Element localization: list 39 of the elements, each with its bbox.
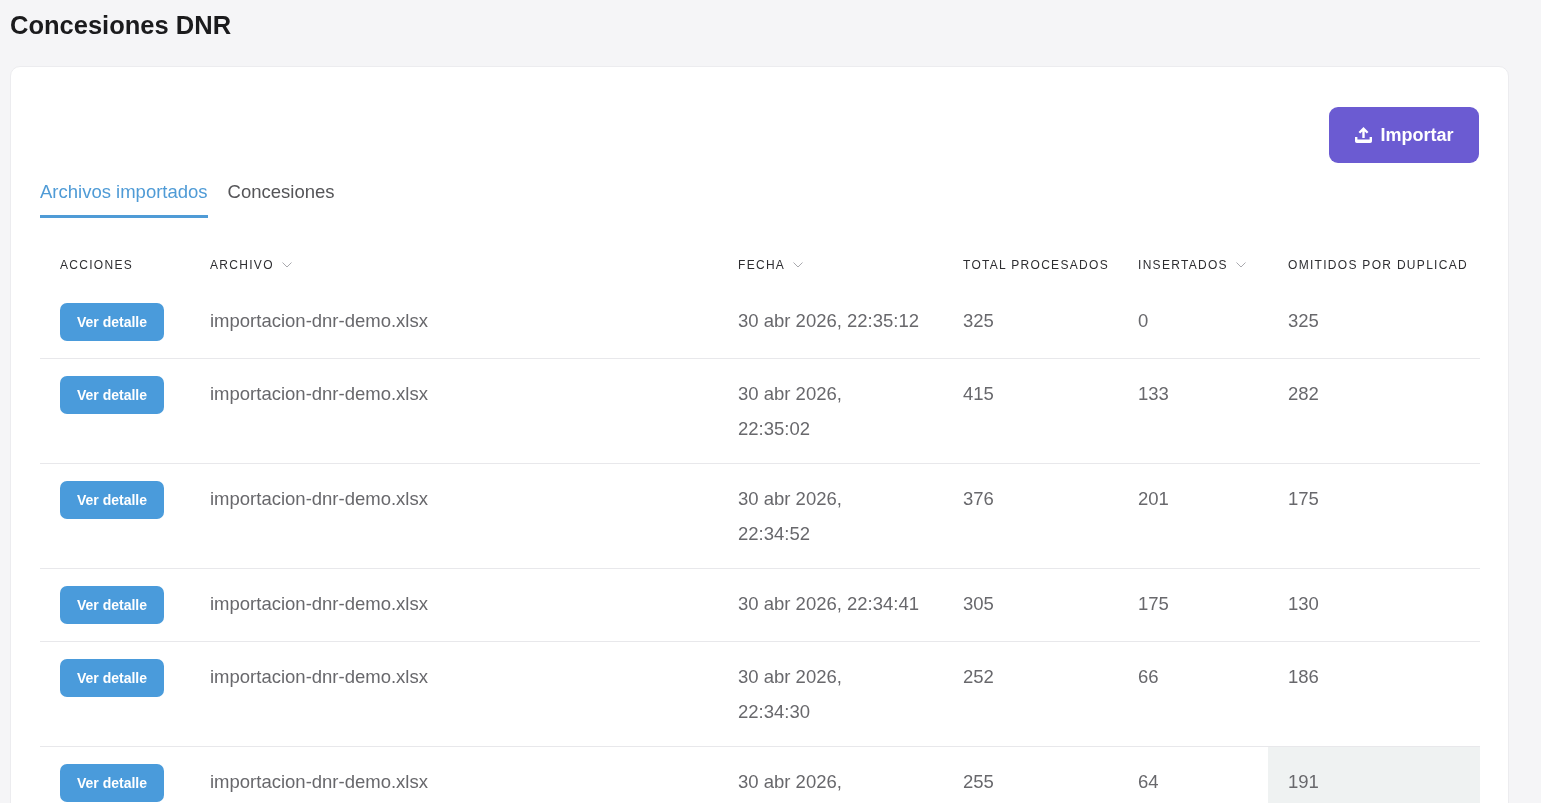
view-detail-button[interactable]: Ver detalle (60, 586, 164, 624)
table-cell: 252 (943, 641, 1118, 747)
view-detail-button[interactable]: Ver detalle (60, 376, 164, 414)
table-cell: 66 (1118, 641, 1268, 747)
table-cell: importacion-dnr-demo.xlsx (190, 641, 718, 747)
tab[interactable]: Concesiones (227, 179, 335, 218)
table-cell: 30 abr 2026, 22:34:30 (718, 641, 943, 747)
table-cell: 133 (1118, 358, 1268, 464)
table-cell: 201 (1118, 463, 1268, 569)
upload-icon (1354, 126, 1374, 144)
table-cell: importacion-dnr-demo.xlsx (190, 463, 718, 569)
page-title: Concesiones DNR (10, 10, 232, 40)
column-header: TOTAL PROCESADOS (963, 258, 1109, 272)
table-cell: 30 abr 2026, 22:34:52 (718, 463, 943, 569)
table-cell: importacion-dnr-demo.xlsx (190, 358, 718, 464)
import-button[interactable]: Importar (1329, 107, 1479, 163)
tab[interactable]: Archivos importados (40, 179, 208, 218)
view-detail-button[interactable]: Ver detalle (60, 659, 164, 697)
view-detail-button[interactable]: Ver detalle (60, 764, 164, 802)
table-cell: 64 (1118, 746, 1268, 803)
column-header: OMITIDOS POR DUPLICAD (1288, 258, 1468, 272)
view-detail-button[interactable]: Ver detalle (60, 481, 164, 519)
column-header[interactable]: FECHA (738, 258, 804, 272)
table-cell: 175 (1118, 568, 1268, 642)
table-cell: 376 (943, 463, 1118, 569)
table-cell: 305 (943, 568, 1118, 642)
table-cell: 30 abr 2026, 22:34:41 (718, 568, 943, 642)
view-detail-button[interactable]: Ver detalle (60, 303, 164, 341)
table-cell: 175 (1268, 463, 1480, 569)
table-cell: 191 (1268, 746, 1480, 803)
table-cell: 282 (1268, 358, 1480, 464)
table-cell: importacion-dnr-demo.xlsx (190, 568, 718, 642)
table-cell: 415 (943, 358, 1118, 464)
table-cell: 130 (1268, 568, 1480, 642)
column-header[interactable]: ARCHIVO (210, 258, 292, 272)
column-header: ACCIONES (60, 258, 134, 272)
table-cell: 186 (1268, 641, 1480, 747)
column-header[interactable]: INSERTADOS (1138, 258, 1246, 272)
table-cell: 30 abr 2026, 22:35:02 (718, 358, 943, 464)
